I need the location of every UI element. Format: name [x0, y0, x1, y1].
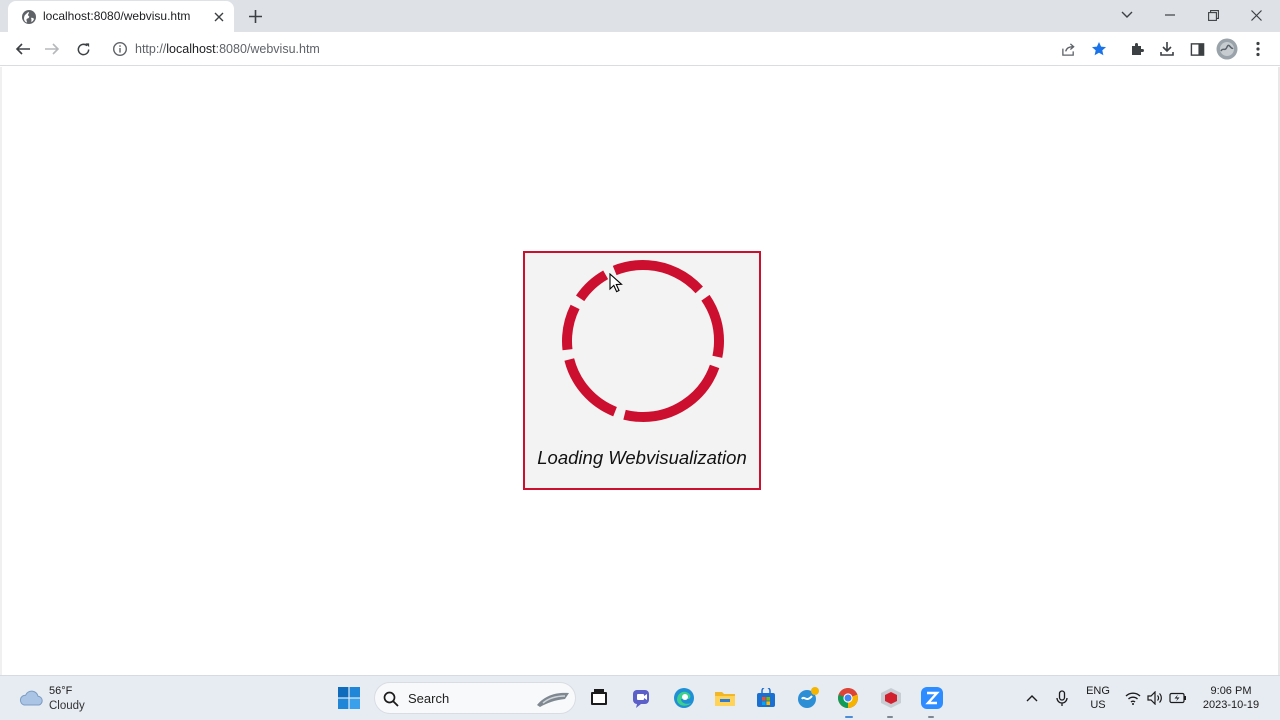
codesys-app-icon[interactable] — [796, 686, 820, 710]
mouse-cursor-icon — [609, 273, 623, 293]
url-text: http://localhost:8080/webvisu.htm — [135, 42, 320, 56]
zoom-running-indicator — [928, 716, 934, 718]
system-clock[interactable]: 9:06 PM 2023-10-19 — [1196, 684, 1266, 712]
region-code: US — [1090, 699, 1106, 711]
windows-start-icon[interactable] — [337, 686, 361, 710]
battery-charging-icon[interactable] — [1166, 686, 1190, 710]
more-menu-icon[interactable] — [1247, 38, 1269, 60]
side-panel-icon[interactable] — [1186, 38, 1208, 60]
url-host: localhost — [166, 42, 216, 56]
search-icon — [383, 691, 399, 707]
loading-spinner-icon — [562, 260, 724, 422]
task-view-icon[interactable] — [587, 686, 611, 710]
weather-temperature: 56°F — [49, 685, 73, 697]
tab-search-chevron-icon[interactable] — [1105, 0, 1149, 30]
wifi-icon[interactable] — [1121, 686, 1145, 710]
loading-text: Loading Webvisualization — [537, 447, 747, 468]
address-bar[interactable]: http://localhost:8080/webvisu.htm — [102, 36, 1130, 62]
bookmark-star-icon[interactable] — [1091, 41, 1107, 57]
profile-avatar[interactable] — [1216, 38, 1238, 60]
clock-date: 2023-10-19 — [1202, 699, 1260, 711]
input-language-indicator[interactable]: ENG US — [1082, 684, 1114, 712]
cloud-icon — [19, 690, 43, 706]
plc-running-indicator — [887, 716, 893, 718]
zoom-app-icon[interactable] — [920, 686, 944, 710]
globe-icon — [22, 10, 36, 24]
windows-taskbar: 56°F Cloudy Search ENG US 9:06 PM 2023-1… — [0, 675, 1280, 720]
search-label: Search — [408, 691, 450, 706]
close-tab-icon[interactable] — [211, 9, 227, 25]
restore-icon[interactable] — [1191, 0, 1235, 30]
new-tab-plus-icon[interactable] — [246, 7, 264, 25]
clock-time: 9:06 PM — [1210, 685, 1252, 697]
browser-tab-strip: localhost:8080/webvisu.htm — [0, 0, 1280, 32]
back-arrow-icon[interactable] — [12, 38, 34, 60]
chrome-active-indicator — [845, 716, 853, 718]
forward-arrow-icon[interactable] — [41, 38, 63, 60]
plc-runtime-icon[interactable] — [879, 686, 903, 710]
microphone-icon[interactable] — [1050, 686, 1074, 710]
minimize-icon[interactable] — [1148, 0, 1192, 30]
weather-widget[interactable]: 56°F Cloudy — [18, 685, 118, 715]
show-hidden-icons-chevron-icon[interactable] — [1020, 686, 1044, 710]
edge-browser-icon[interactable] — [672, 686, 696, 710]
screen: localhost:8080/webvisu.htm http://localh… — [0, 0, 1280, 720]
browser-tab[interactable]: localhost:8080/webvisu.htm — [8, 1, 234, 32]
url-path: :8080/webvisu.htm — [215, 42, 320, 56]
file-explorer-icon[interactable] — [713, 686, 737, 710]
chrome-browser-icon[interactable] — [836, 686, 860, 710]
search-highlight-image — [537, 692, 569, 707]
tab-title: localhost:8080/webvisu.htm — [43, 9, 191, 23]
browser-toolbar: http://localhost:8080/webvisu.htm — [0, 32, 1280, 66]
language-code: ENG — [1086, 685, 1110, 697]
reload-icon[interactable] — [72, 38, 94, 60]
microsoft-store-icon[interactable] — [754, 686, 778, 710]
extensions-puzzle-icon[interactable] — [1126, 38, 1148, 60]
teams-chat-icon[interactable] — [630, 686, 654, 710]
share-icon[interactable] — [1060, 41, 1076, 57]
downloads-icon[interactable] — [1156, 38, 1178, 60]
volume-icon[interactable] — [1143, 686, 1167, 710]
site-info-icon[interactable] — [112, 41, 128, 57]
weather-condition: Cloudy — [49, 700, 85, 712]
close-window-icon[interactable] — [1234, 0, 1278, 30]
loading-dialog: Loading Webvisualization — [523, 251, 761, 490]
page-content: Loading Webvisualization — [0, 67, 1280, 675]
taskbar-search-box[interactable]: Search — [374, 682, 576, 714]
url-scheme: http:// — [135, 42, 167, 56]
